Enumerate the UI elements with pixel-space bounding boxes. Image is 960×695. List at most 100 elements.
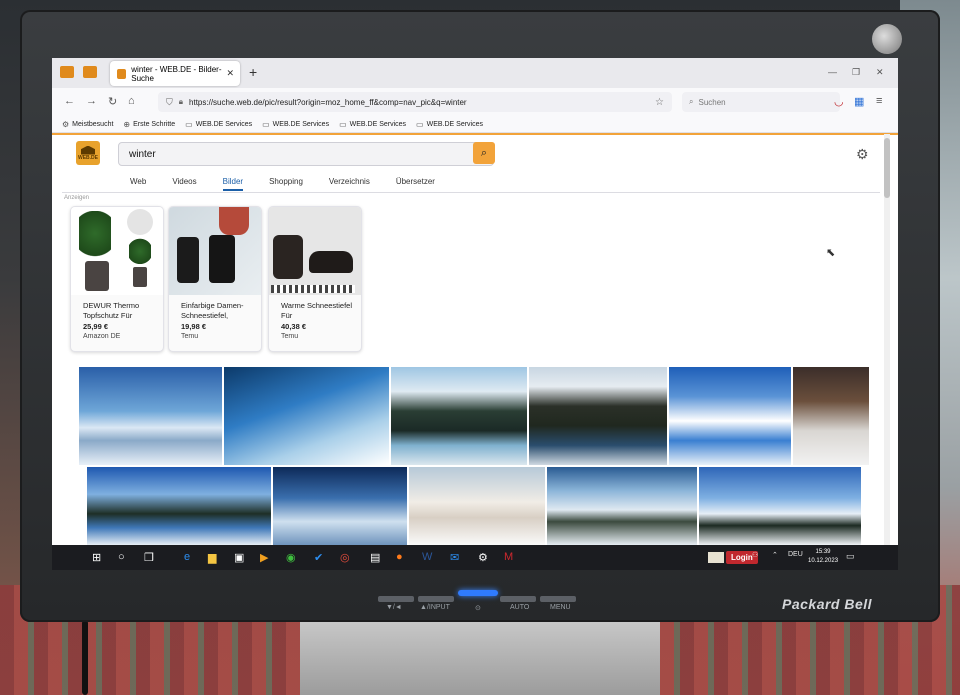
mail-icon[interactable]: ✉ xyxy=(450,551,459,564)
browser-search-input[interactable]: ⌕ Suchen xyxy=(682,92,840,112)
envelope-icon xyxy=(708,552,724,563)
file-explorer-icon[interactable]: ▆ xyxy=(208,551,216,564)
result-image[interactable] xyxy=(408,466,546,546)
result-image[interactable] xyxy=(86,466,272,546)
webde-logo[interactable]: WEB.DE xyxy=(76,141,100,165)
globe-icon: ⊕ xyxy=(123,119,131,129)
bookmark-folder[interactable]: ▭ WEB.DE Services xyxy=(339,120,406,129)
search-button[interactable]: ⌕ xyxy=(473,142,495,164)
pocket-icon[interactable]: ◡ xyxy=(834,95,844,108)
monitor-stand xyxy=(300,618,660,695)
calculator-icon[interactable]: ▤ xyxy=(370,551,380,564)
cortana-icon[interactable]: ○ xyxy=(118,551,125,563)
settings-gear-icon[interactable]: ⚙ xyxy=(856,146,869,163)
monitor-brand-logo: Packard Bell xyxy=(782,596,873,612)
firefox-icon[interactable]: ● xyxy=(396,551,403,563)
shield-icon[interactable]: ⛉ xyxy=(166,97,173,108)
minimize-icon[interactable]: — xyxy=(828,67,837,77)
clock-date: 10.12.2023 xyxy=(808,558,839,564)
tab-verzeichnis[interactable]: Verzeichnis xyxy=(329,177,370,186)
monitor-button[interactable] xyxy=(500,596,536,602)
bookmarks-bar: ⚙ Meistbesucht ⊕ Erste Schritte ▭ WEB.DE… xyxy=(52,116,898,133)
login-widget[interactable]: Login xyxy=(708,550,758,565)
tray-expand-icon[interactable]: ⌃ xyxy=(772,551,778,559)
monitor-button-label: AUTO xyxy=(510,604,530,611)
ad-card[interactable]: Einfarbige Damen-Schneestiefel, 19,98 € … xyxy=(168,206,262,352)
new-tab-icon[interactable]: + xyxy=(249,64,257,80)
bookmark-folder[interactable]: ▭ WEB.DE Services xyxy=(185,120,252,129)
forward-icon[interactable]: → xyxy=(86,95,97,107)
close-tab-icon[interactable]: ✕ xyxy=(226,68,234,79)
ad-title: Warme Schneestiefel Für xyxy=(281,301,353,320)
page-scrollbar[interactable] xyxy=(884,134,890,564)
search-icon: ⌕ xyxy=(689,97,694,106)
windows-start-icon[interactable]: ⊞ xyxy=(92,551,101,564)
address-text: https://suche.web.de/pic/result?origin=m… xyxy=(189,97,467,107)
result-image[interactable] xyxy=(668,366,792,466)
store-icon[interactable]: ▣ xyxy=(234,551,244,564)
edge-icon[interactable]: e xyxy=(184,551,190,563)
bookmark-folder[interactable]: ▭ WEB.DE Services xyxy=(262,120,329,129)
webde-favicon-icon xyxy=(117,68,127,79)
monitor-button[interactable] xyxy=(418,596,454,602)
back-icon[interactable]: ← xyxy=(64,95,75,107)
tab-web[interactable]: Web xyxy=(130,177,146,186)
screen: winter - WEB.DE - Bilder-Suche ✕ + — ❐ ✕… xyxy=(52,58,898,570)
browser-tab[interactable]: winter - WEB.DE - Bilder-Suche ✕ xyxy=(110,61,240,86)
todo-icon[interactable]: ✔ xyxy=(314,551,323,564)
tab-bilder[interactable]: Bilder xyxy=(222,177,244,191)
people-icon[interactable]: ⚇ xyxy=(752,551,758,559)
monitor-button[interactable] xyxy=(540,596,576,602)
pinned-tab-icon[interactable] xyxy=(83,66,97,78)
language-indicator[interactable]: DEU xyxy=(788,551,803,558)
home-icon[interactable]: ⌂ xyxy=(128,95,135,107)
maximize-icon[interactable]: ❐ xyxy=(852,67,860,78)
result-image[interactable] xyxy=(546,466,698,546)
bookmark-star-icon[interactable]: ☆ xyxy=(655,97,664,108)
divider xyxy=(62,192,880,193)
result-image[interactable] xyxy=(78,366,223,466)
result-image[interactable] xyxy=(272,466,408,546)
tab-uebersetzer[interactable]: Übersetzer xyxy=(396,177,435,186)
result-image[interactable] xyxy=(528,366,668,466)
header-accent-line xyxy=(52,133,898,135)
result-image[interactable] xyxy=(698,466,862,546)
tab-videos[interactable]: Videos xyxy=(172,177,196,186)
lock-icon[interactable]: 🔒︎ xyxy=(179,97,183,107)
result-image[interactable] xyxy=(792,366,870,466)
result-image[interactable] xyxy=(223,366,390,466)
ad-image-boots xyxy=(169,207,261,295)
media-player-icon[interactable]: ▶ xyxy=(260,551,268,564)
monitor-button[interactable] xyxy=(378,596,414,602)
tab-shopping[interactable]: Shopping xyxy=(269,177,303,186)
bookmark-meistbesucht[interactable]: ⚙ Meistbesucht xyxy=(62,120,113,129)
search-icon: ⌕ xyxy=(480,146,488,159)
ad-title: DEWUR Thermo Topfschutz Für xyxy=(83,301,140,320)
address-bar[interactable]: ⛉ 🔒︎ https://suche.web.de/pic/result?ori… xyxy=(158,92,672,112)
ad-price: 40,38 € xyxy=(281,322,307,331)
ad-card[interactable]: Warme Schneestiefel Für 40,38 € Temu xyxy=(268,206,362,352)
ads-label: Anzeigen xyxy=(64,195,90,201)
bookmark-erste-schritte[interactable]: ⊕ Erste Schritte xyxy=(123,120,175,129)
settings-icon[interactable]: ⚙ xyxy=(478,551,488,564)
clock[interactable]: 15:39 10.12.2023 xyxy=(808,548,838,566)
globe-app-icon[interactable]: ◉ xyxy=(286,551,296,564)
extensions-icon[interactable]: ▦ xyxy=(854,95,864,108)
monitor-button-label: MENU xyxy=(550,604,571,611)
ad-image-sneakers xyxy=(269,207,361,295)
pinned-tab-icon[interactable] xyxy=(60,66,74,78)
close-window-icon[interactable]: ✕ xyxy=(876,67,884,78)
reload-icon[interactable]: ↻ xyxy=(108,95,117,108)
bookmark-folder[interactable]: ▭ WEB.DE Services xyxy=(416,120,483,129)
menu-icon[interactable]: ≡ xyxy=(876,95,882,107)
ad-card[interactable]: DEWUR Thermo Topfschutz Für 25,99 € Amaz… xyxy=(70,206,164,352)
word-icon[interactable]: W xyxy=(422,551,432,563)
search-input[interactable]: winter ✕ xyxy=(118,142,494,166)
chrome-icon[interactable]: ◎ xyxy=(340,551,350,564)
scrollbar-thumb[interactable] xyxy=(884,138,890,198)
folder-icon: ▭ xyxy=(416,119,424,129)
mcafee-icon[interactable]: M xyxy=(504,551,513,563)
result-image[interactable] xyxy=(390,366,528,466)
task-view-icon[interactable]: ❒ xyxy=(144,551,154,564)
notifications-icon[interactable]: ▭ xyxy=(846,551,855,562)
